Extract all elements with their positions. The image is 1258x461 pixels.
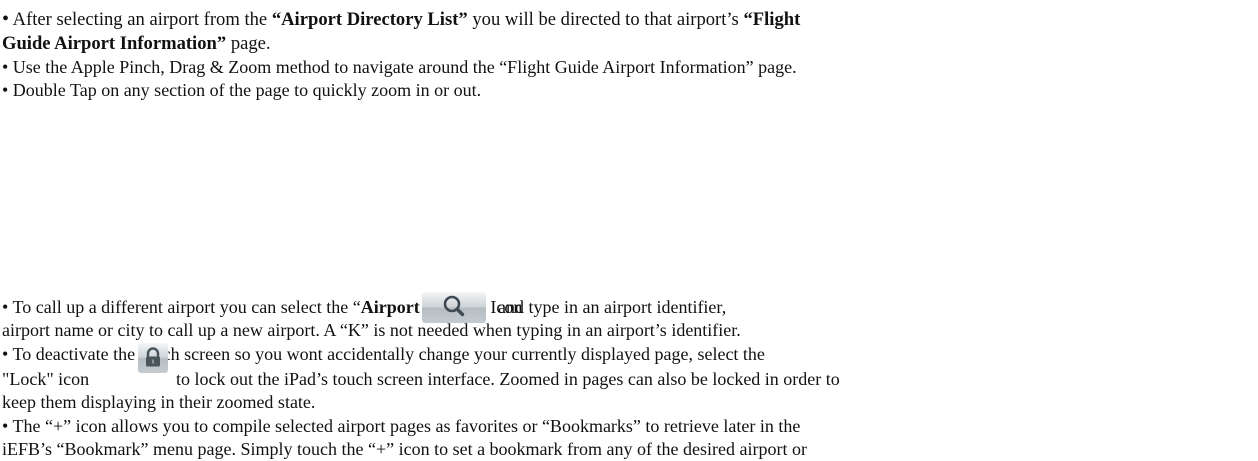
padlock-glyph bbox=[146, 347, 160, 367]
para-lock-line2-tail: to lock out the iPad’s touch screen inte… bbox=[176, 369, 840, 389]
magnifier-glyph bbox=[443, 295, 465, 317]
para-double-tap: • Double Tap on any section of the page … bbox=[2, 80, 482, 100]
instructions-document: • After selecting an airport from the “A… bbox=[0, 0, 1258, 461]
para-bookmark-line2: iEFB’s “Bookmark” menu page. Simply touc… bbox=[2, 439, 807, 459]
para-lock-line1: • To deactivate the touch screen so you … bbox=[2, 344, 765, 364]
para-bookmark-line1: • The “+” icon allows you to compile sel… bbox=[2, 416, 801, 436]
para-search-line2: airport name or city to call up a new ai… bbox=[2, 320, 741, 340]
para-select-airport-line1: • After selecting an airport from the “A… bbox=[2, 8, 801, 30]
para-search-line1-tail: and type in an airport identifier, bbox=[498, 297, 727, 317]
para-lock-line2-head: "Lock" icon bbox=[2, 369, 90, 389]
lock-icon bbox=[138, 343, 168, 373]
search-icon bbox=[422, 292, 486, 323]
para-pinch-zoom: • Use the Apple Pinch, Drag & Zoom metho… bbox=[2, 57, 797, 77]
para-select-airport-line2: Guide Airport Information” page. bbox=[2, 33, 271, 54]
para-lock-line3: keep them displaying in their zoomed sta… bbox=[2, 392, 316, 412]
